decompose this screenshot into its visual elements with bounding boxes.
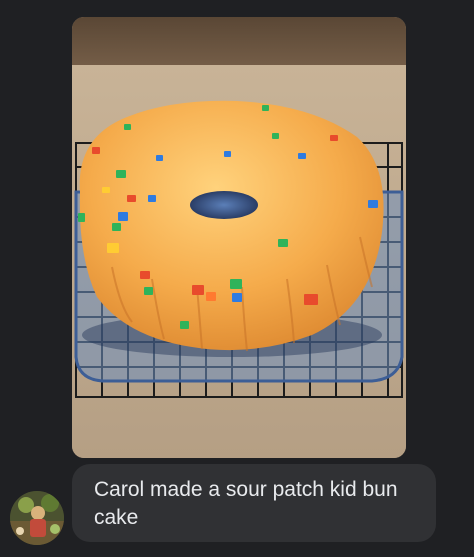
message-text: Carol made a sour patch kid bun cake bbox=[94, 478, 398, 529]
cake-photo bbox=[72, 17, 406, 458]
message-thread: Carol made a sour patch kid bun cake bbox=[0, 0, 474, 557]
cake-photo-message[interactable] bbox=[72, 17, 406, 458]
cake-center-hole bbox=[190, 191, 258, 219]
text-message-bubble[interactable]: Carol made a sour patch kid bun cake bbox=[72, 464, 436, 542]
profile-photo-icon bbox=[10, 491, 64, 545]
sender-avatar[interactable] bbox=[10, 491, 64, 545]
